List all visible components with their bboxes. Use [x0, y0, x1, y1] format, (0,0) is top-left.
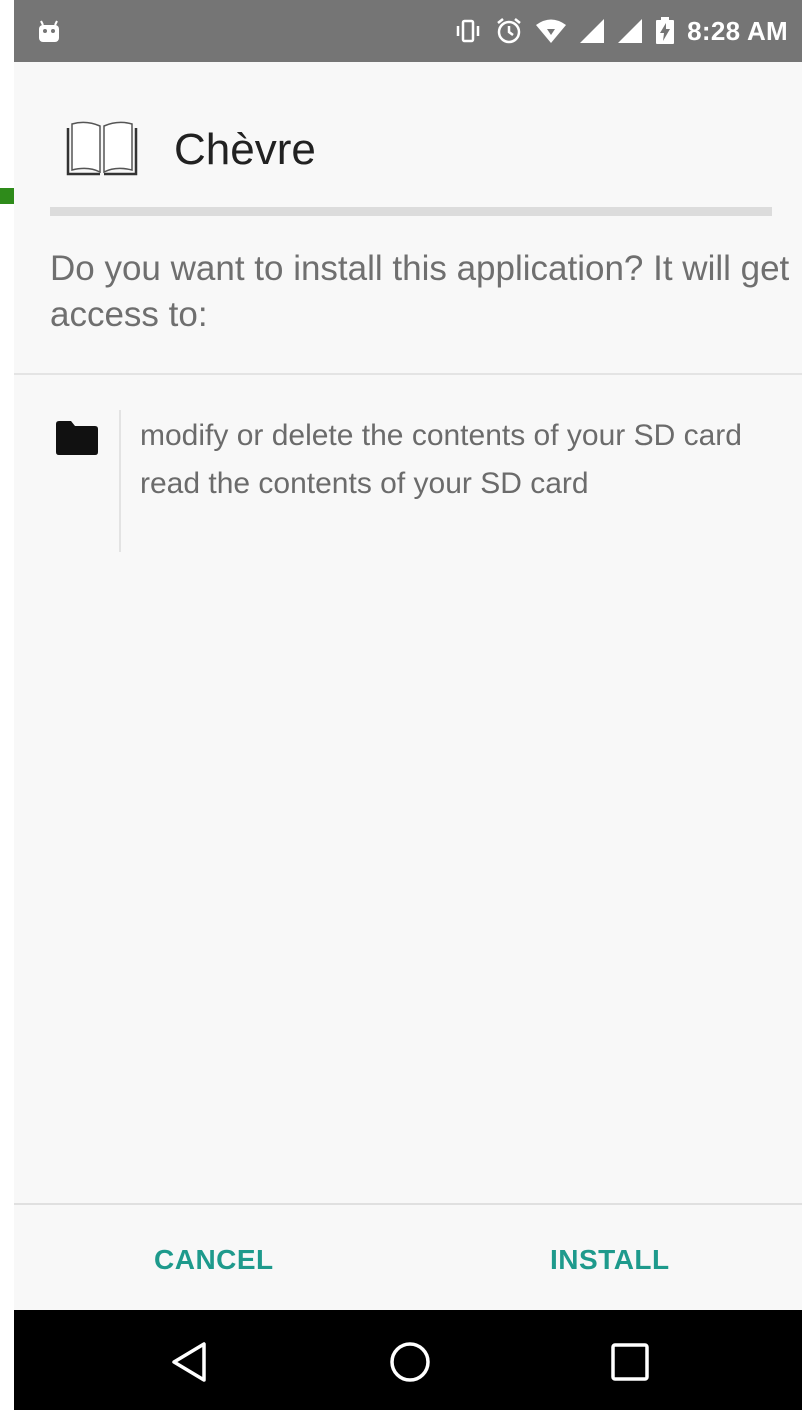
- battery-charging-icon: [656, 17, 675, 44]
- back-icon[interactable]: [168, 1340, 212, 1384]
- recents-icon[interactable]: [608, 1340, 652, 1384]
- open-book-icon: [66, 121, 138, 176]
- wifi-icon: [536, 19, 567, 43]
- permission-item: read the contents of your SD card: [140, 467, 589, 500]
- app-name: Chèvre: [174, 125, 316, 174]
- status-bar: 8:28 AM: [14, 0, 802, 62]
- folder-icon: [56, 421, 98, 455]
- install-button[interactable]: INSTALL: [538, 1230, 682, 1290]
- signal-icon: [618, 19, 643, 43]
- navigation-bar: [14, 1310, 802, 1410]
- button-divider: [14, 1203, 802, 1205]
- status-time: 8:28 AM: [687, 15, 788, 46]
- install-prompt: Do you want to install this application?…: [50, 249, 790, 334]
- section-divider: [14, 373, 802, 375]
- screen-edge: [0, 0, 14, 1410]
- cancel-button[interactable]: CANCEL: [142, 1230, 286, 1290]
- vibrate-icon: [456, 19, 480, 43]
- signal-icon: [580, 19, 605, 43]
- status-icons: 8:28 AM: [453, 0, 788, 62]
- alarm-icon: [497, 18, 521, 44]
- permission-divider: [119, 410, 121, 552]
- phone-screen: 8:28 AM Chèvre Do you want to install th…: [14, 0, 802, 1410]
- android-icon: [39, 20, 59, 42]
- home-icon[interactable]: [388, 1340, 432, 1384]
- permission-item: modify or delete the contents of your SD…: [140, 419, 742, 452]
- edge-marker: [0, 188, 14, 204]
- permission-list: modify or delete the contents of your SD…: [140, 415, 790, 511]
- header-divider: [50, 207, 772, 216]
